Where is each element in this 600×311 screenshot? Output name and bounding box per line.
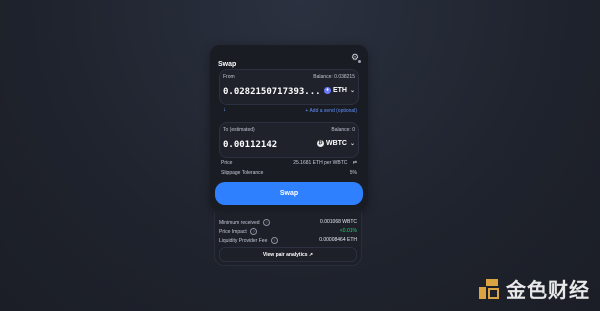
price-row: Price 25.1681 ETH per WBTC ⇄ [221,160,357,170]
price-label: Price [221,160,233,166]
price-impact-value: <0.01% [339,228,357,234]
swap-details-panel: Minimum received ? 0.001068 WBTC Price I… [214,213,362,266]
min-received-value: 0.001068 WBTC [320,219,357,225]
wbtc-icon: ₿ [316,140,324,147]
price-impact-label: Price Impact [219,229,247,235]
price-value: 25.1681 ETH per WBTC [293,160,348,166]
to-token-label: WBTC [325,140,347,147]
swap-card: Swap ⚙ From Balance: 0.038215 0.02821507… [210,45,368,210]
brand-logo-icon [479,278,499,299]
watermark: 金色财经 [478,274,590,303]
swap-direction-row: ↓ + Add a send (optional) [219,105,359,117]
from-label: From [223,74,235,80]
view-pair-analytics-link[interactable]: View pair analytics ↗ [219,247,357,262]
lp-fee-row: Liquidity Provider Fee ? 0.00008464 ETH [219,237,357,247]
question-icon[interactable]: ? [270,237,278,244]
to-token-selector[interactable]: ₿ WBTC ⌄ [316,140,355,147]
from-amount-input[interactable]: 0.0282150717393... [223,87,321,97]
chevron-down-icon: ⌄ [349,88,355,94]
watermark-text: 金色财经 [506,278,590,302]
chevron-down-icon: ⌄ [349,141,355,147]
arrow-down-icon[interactable]: ↓ [223,107,226,113]
settings-indicator-icon [358,60,361,63]
from-token-label: ETH [332,87,347,94]
slippage-row: Slippage Tolerance 5% [221,170,357,180]
to-balance: Balance: 0 [331,127,355,133]
to-label: To (estimated) [223,127,255,133]
eth-icon: ♦ [323,87,331,94]
swap-arrows-icon[interactable]: ⇄ [353,160,357,166]
to-amount-input[interactable]: 0.00112142 [223,140,277,150]
lp-fee-value: 0.00008464 ETH [319,237,357,243]
from-field[interactable]: From Balance: 0.038215 0.0282150717393..… [219,69,359,105]
price-value-group: 25.1681 ETH per WBTC ⇄ [293,160,357,166]
add-send-link[interactable]: + Add a send (optional) [305,108,357,114]
min-received-label: Minimum received [219,220,260,226]
from-token-selector[interactable]: ♦ ETH ⌄ [323,87,355,94]
lp-fee-label: Liquidity Provider Fee [219,238,268,244]
question-icon[interactable]: ? [250,228,258,235]
swap-title: Swap [218,61,237,68]
card-header: Swap ⚙ [218,52,361,68]
from-balance: Balance: 0.038215 [313,74,355,80]
swap-button[interactable]: Swap [215,182,363,205]
to-field[interactable]: To (estimated) Balance: 0 0.00112142 ₿ W… [219,122,359,158]
slippage-value: 5% [349,170,357,176]
question-icon[interactable]: ? [262,219,270,226]
slippage-label: Slippage Tolerance [221,170,264,176]
